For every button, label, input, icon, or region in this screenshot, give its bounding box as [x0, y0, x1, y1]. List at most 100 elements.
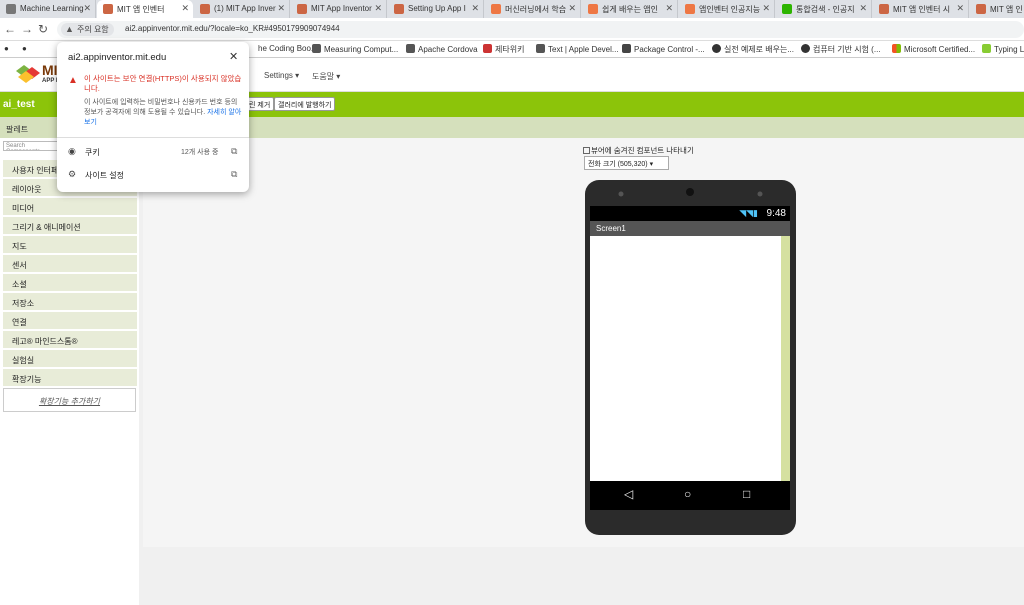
- wordpress-icon: [312, 44, 321, 53]
- bookmark-measuring[interactable]: Measuring Comput...: [312, 44, 398, 54]
- device-size-select[interactable]: 전화 크기 (505,320) ▾: [584, 156, 669, 170]
- browser-tab-active[interactable]: MIT 앱 인벤터 ✕: [97, 0, 193, 18]
- screen-canvas[interactable]: [590, 236, 790, 481]
- tab-title: 통합검색 - 인공지: [796, 5, 855, 14]
- security-badge[interactable]: ▲ 주의 요함: [61, 23, 114, 36]
- bookmark-icon[interactable]: ●: [22, 44, 27, 53]
- bookmark-site-icon: [712, 44, 721, 53]
- show-hidden-components-checkbox[interactable]: 뷰어에 숨겨진 컴포넌트 나타내기: [583, 145, 694, 156]
- close-icon[interactable]: ✕: [229, 50, 238, 63]
- checkbox-icon[interactable]: [583, 147, 590, 154]
- browser-tab[interactable]: 앱인벤터 인공지능 ✕: [679, 0, 775, 18]
- reload-icon[interactable]: ↻: [38, 22, 48, 36]
- screen-scrollbar[interactable]: [781, 236, 790, 481]
- palette-drawing-animation[interactable]: 그리기 & 애니메이션: [3, 217, 137, 235]
- browser-tab[interactable]: 통합검색 - 인공지 ✕: [776, 0, 872, 18]
- tab-title: MIT 앱 인벤터 시: [893, 5, 951, 14]
- browser-tab[interactable]: Setting Up App I ✕: [388, 0, 484, 18]
- browser-tab-bar: Machine Learning ✕ MIT 앱 인벤터 ✕ (1) MIT App…: [0, 0, 1024, 18]
- chevron-down-icon: ▾: [649, 161, 654, 168]
- search-placeholder: Search Components: [6, 143, 40, 150]
- bookmark-zetawiki[interactable]: 제타위키: [483, 44, 524, 55]
- tab-title: MIT 앱 인벤터: [117, 5, 165, 14]
- close-tab-icon[interactable]: ✕: [83, 3, 91, 14]
- tab-favicon-icon: [685, 4, 695, 14]
- url-text[interactable]: ai2.appinventor.mit.edu/?locale=ko_KR#49…: [125, 24, 340, 33]
- close-tab-icon[interactable]: ✕: [762, 3, 770, 14]
- menu-settings[interactable]: Settings ▾: [264, 71, 299, 80]
- github-icon[interactable]: ●: [4, 44, 9, 53]
- palette-social[interactable]: 소셜: [3, 274, 137, 292]
- zetawiki-icon: [483, 44, 492, 53]
- tab-favicon-icon: [491, 4, 501, 14]
- typing-icon: [982, 44, 991, 53]
- close-tab-icon[interactable]: ✕: [471, 3, 479, 14]
- bookmark-label: Apache Cordova: [418, 45, 478, 54]
- screen-title-bar: Screen1: [590, 221, 790, 236]
- tab-favicon-icon: [879, 4, 889, 14]
- browser-tab[interactable]: MIT App Inventor ✕: [291, 0, 387, 18]
- palette-maps[interactable]: 지도: [3, 236, 137, 254]
- browser-tab[interactable]: MIT 앱 인벤터 시 ✕: [873, 0, 969, 18]
- tab-title: MIT App Inventor: [311, 4, 372, 13]
- tab-title: MIT 앱 인: [990, 5, 1023, 14]
- menu-help[interactable]: 도움말 ▾: [312, 71, 340, 82]
- cookies-count: 12개 사용 중: [181, 149, 219, 156]
- cookies-row[interactable]: ◉ 쿠키 12개 사용 중 ⧉: [57, 143, 249, 163]
- close-tab-icon[interactable]: ✕: [665, 3, 673, 14]
- browser-tab[interactable]: (1) MIT App Inver ✕: [194, 0, 290, 18]
- site-settings-row[interactable]: ⚙ 사이트 설정 ⧉: [57, 166, 249, 186]
- close-tab-icon[interactable]: ✕: [277, 3, 285, 14]
- viewer-panel: [143, 138, 1024, 547]
- browser-tab[interactable]: 쉽게 배우는 앱인 ✕: [582, 0, 678, 18]
- close-tab-icon[interactable]: ✕: [181, 3, 189, 14]
- tab-title: 머신러닝에서 학습: [505, 5, 567, 14]
- external-link-icon: ⧉: [231, 146, 238, 156]
- back-icon[interactable]: ←: [4, 22, 16, 36]
- bookmark-package-control[interactable]: Package Control -...: [622, 44, 705, 54]
- cookie-icon: ◉: [68, 146, 76, 156]
- tab-favicon-icon: [588, 4, 598, 14]
- tab-favicon-icon: [297, 4, 307, 14]
- close-tab-icon[interactable]: ✕: [956, 3, 964, 14]
- remove-screen-button[interactable]: 린 제거: [246, 97, 275, 111]
- bookmark-cbt[interactable]: 컴퓨터 기반 시험 (...: [801, 44, 881, 55]
- browser-tab[interactable]: Machine Learning ✕: [0, 0, 96, 18]
- browser-tab[interactable]: 머신러닝에서 학습 ✕: [485, 0, 581, 18]
- tab-favicon-icon: [394, 4, 404, 14]
- component-search-input[interactable]: Search Components: [3, 141, 58, 151]
- close-tab-icon[interactable]: ✕: [859, 3, 867, 14]
- omnibox[interactable]: ▲ 주의 요함 ai2.appinventor.mit.edu/?locale=k…: [57, 21, 1024, 38]
- palette-extension[interactable]: 확장기능: [3, 369, 137, 387]
- tab-title: Machine Learning: [20, 4, 84, 13]
- palette-connectivity[interactable]: 연결: [3, 312, 137, 330]
- popup-host: ai2.appinventor.mit.edu: [68, 52, 167, 63]
- bookmark-label: Microsoft Certified...: [904, 45, 976, 54]
- app-inventor-logo-icon[interactable]: [14, 63, 44, 87]
- bookmark-label: he Coding Boo...: [258, 44, 318, 53]
- bookmark-label: Typing L: [994, 45, 1024, 54]
- palette-lego-mindstorms[interactable]: 레고® 마인드스톰®: [3, 331, 137, 349]
- palette-sensors[interactable]: 센서: [3, 255, 137, 273]
- bookmark-cordova[interactable]: Apache Cordova: [406, 44, 478, 54]
- publish-gallery-button[interactable]: 갤러리에 발행하기: [274, 97, 336, 111]
- bookmark-typing[interactable]: Typing L: [982, 44, 1024, 54]
- cordova-icon: [406, 44, 415, 53]
- close-tab-icon[interactable]: ✕: [374, 3, 382, 14]
- palette-storage[interactable]: 저장소: [3, 293, 137, 311]
- apple-icon: [536, 44, 545, 53]
- browser-tab[interactable]: MIT 앱 인: [970, 0, 1024, 18]
- bookmark-coding[interactable]: he Coding Boo...: [258, 44, 318, 53]
- phone-clock: 9:48: [766, 208, 786, 219]
- forward-icon[interactable]: →: [21, 22, 33, 36]
- palette-media[interactable]: 미디어: [3, 198, 137, 216]
- tab-favicon-icon: [200, 4, 210, 14]
- bookmark-microsoft[interactable]: Microsoft Certified...: [892, 44, 975, 54]
- palette-experimental[interactable]: 실험실: [3, 350, 137, 368]
- bookmark-apple-text[interactable]: Text | Apple Devel...: [536, 44, 619, 54]
- popup-description: 이 사이트에 입력하는 비밀번호나 신용카드 번호 등의 정보가 공격자에 의해…: [84, 98, 244, 128]
- tab-favicon-icon: [103, 4, 113, 14]
- add-extension-link[interactable]: 확장기능 추가하기: [3, 388, 136, 412]
- close-tab-icon[interactable]: ✕: [568, 3, 576, 14]
- bookmark-examples[interactable]: 실전 예제로 배우는...: [712, 44, 794, 55]
